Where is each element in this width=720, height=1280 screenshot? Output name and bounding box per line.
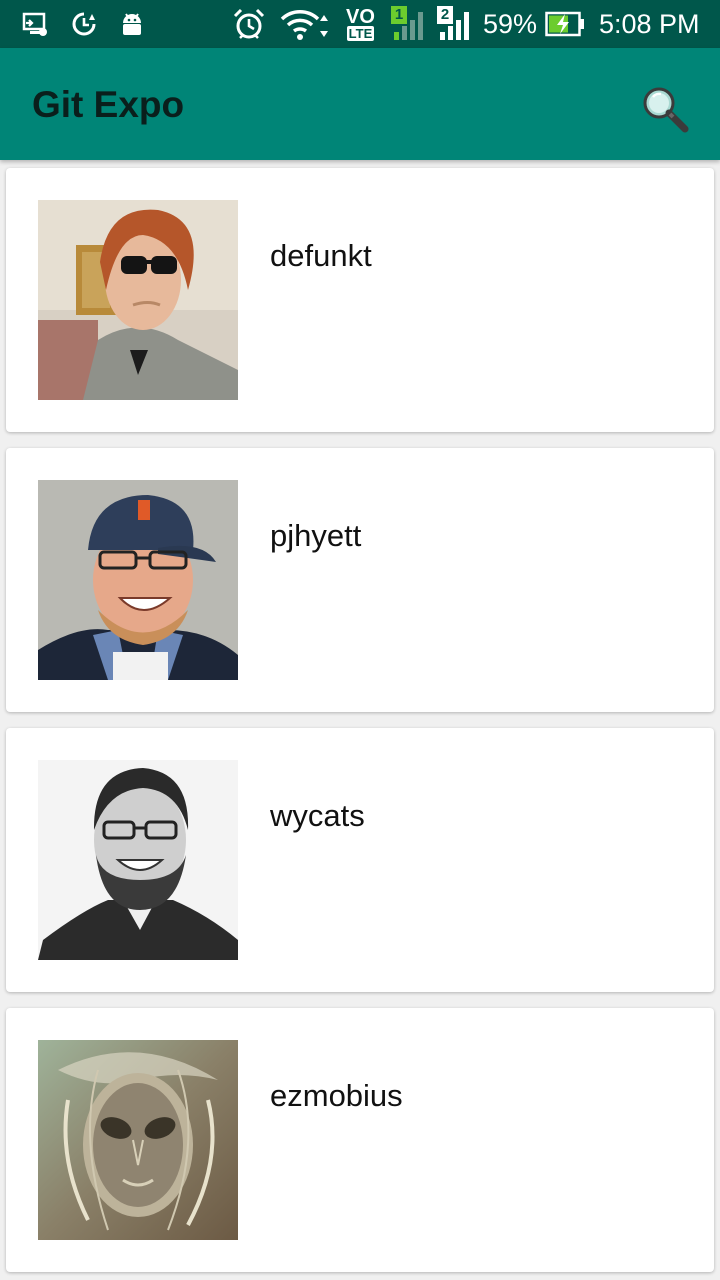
avatar [38, 1040, 238, 1240]
user-card[interactable]: defunkt [6, 168, 714, 432]
username: defunkt [270, 238, 372, 273]
signal-sim1-icon: 1 [390, 0, 430, 48]
app-bar: Git Expo [0, 48, 720, 160]
signal-sim2-icon: 2 [436, 0, 476, 48]
android-icon [120, 0, 144, 48]
volte-label: VO [346, 5, 375, 28]
username: pjhyett [270, 518, 362, 553]
username: ezmobius [270, 1078, 403, 1113]
status-bar: VO LTE 1 2 59% 5:08 PM [0, 0, 720, 48]
username: wycats [270, 798, 365, 833]
screen-cast-icon [22, 0, 48, 48]
clock: 5:08 PM [599, 8, 700, 39]
search-icon [643, 87, 689, 133]
wifi-icon [280, 0, 332, 48]
search-button[interactable] [632, 76, 696, 140]
alarm-icon [232, 0, 266, 48]
avatar [38, 200, 238, 400]
user-card[interactable]: ezmobius [6, 1008, 714, 1272]
data-saver-icon [70, 0, 98, 48]
user-card[interactable]: wycats [6, 728, 714, 992]
lte-label: LTE [346, 25, 375, 41]
app-title: Git Expo [32, 84, 185, 125]
avatar [38, 760, 238, 960]
battery-percent: 59% [483, 8, 538, 39]
volte-icon: VO LTE [346, 0, 375, 48]
user-card[interactable]: pjhyett [6, 448, 714, 712]
avatar [38, 480, 238, 680]
battery-charging-icon [545, 0, 585, 48]
